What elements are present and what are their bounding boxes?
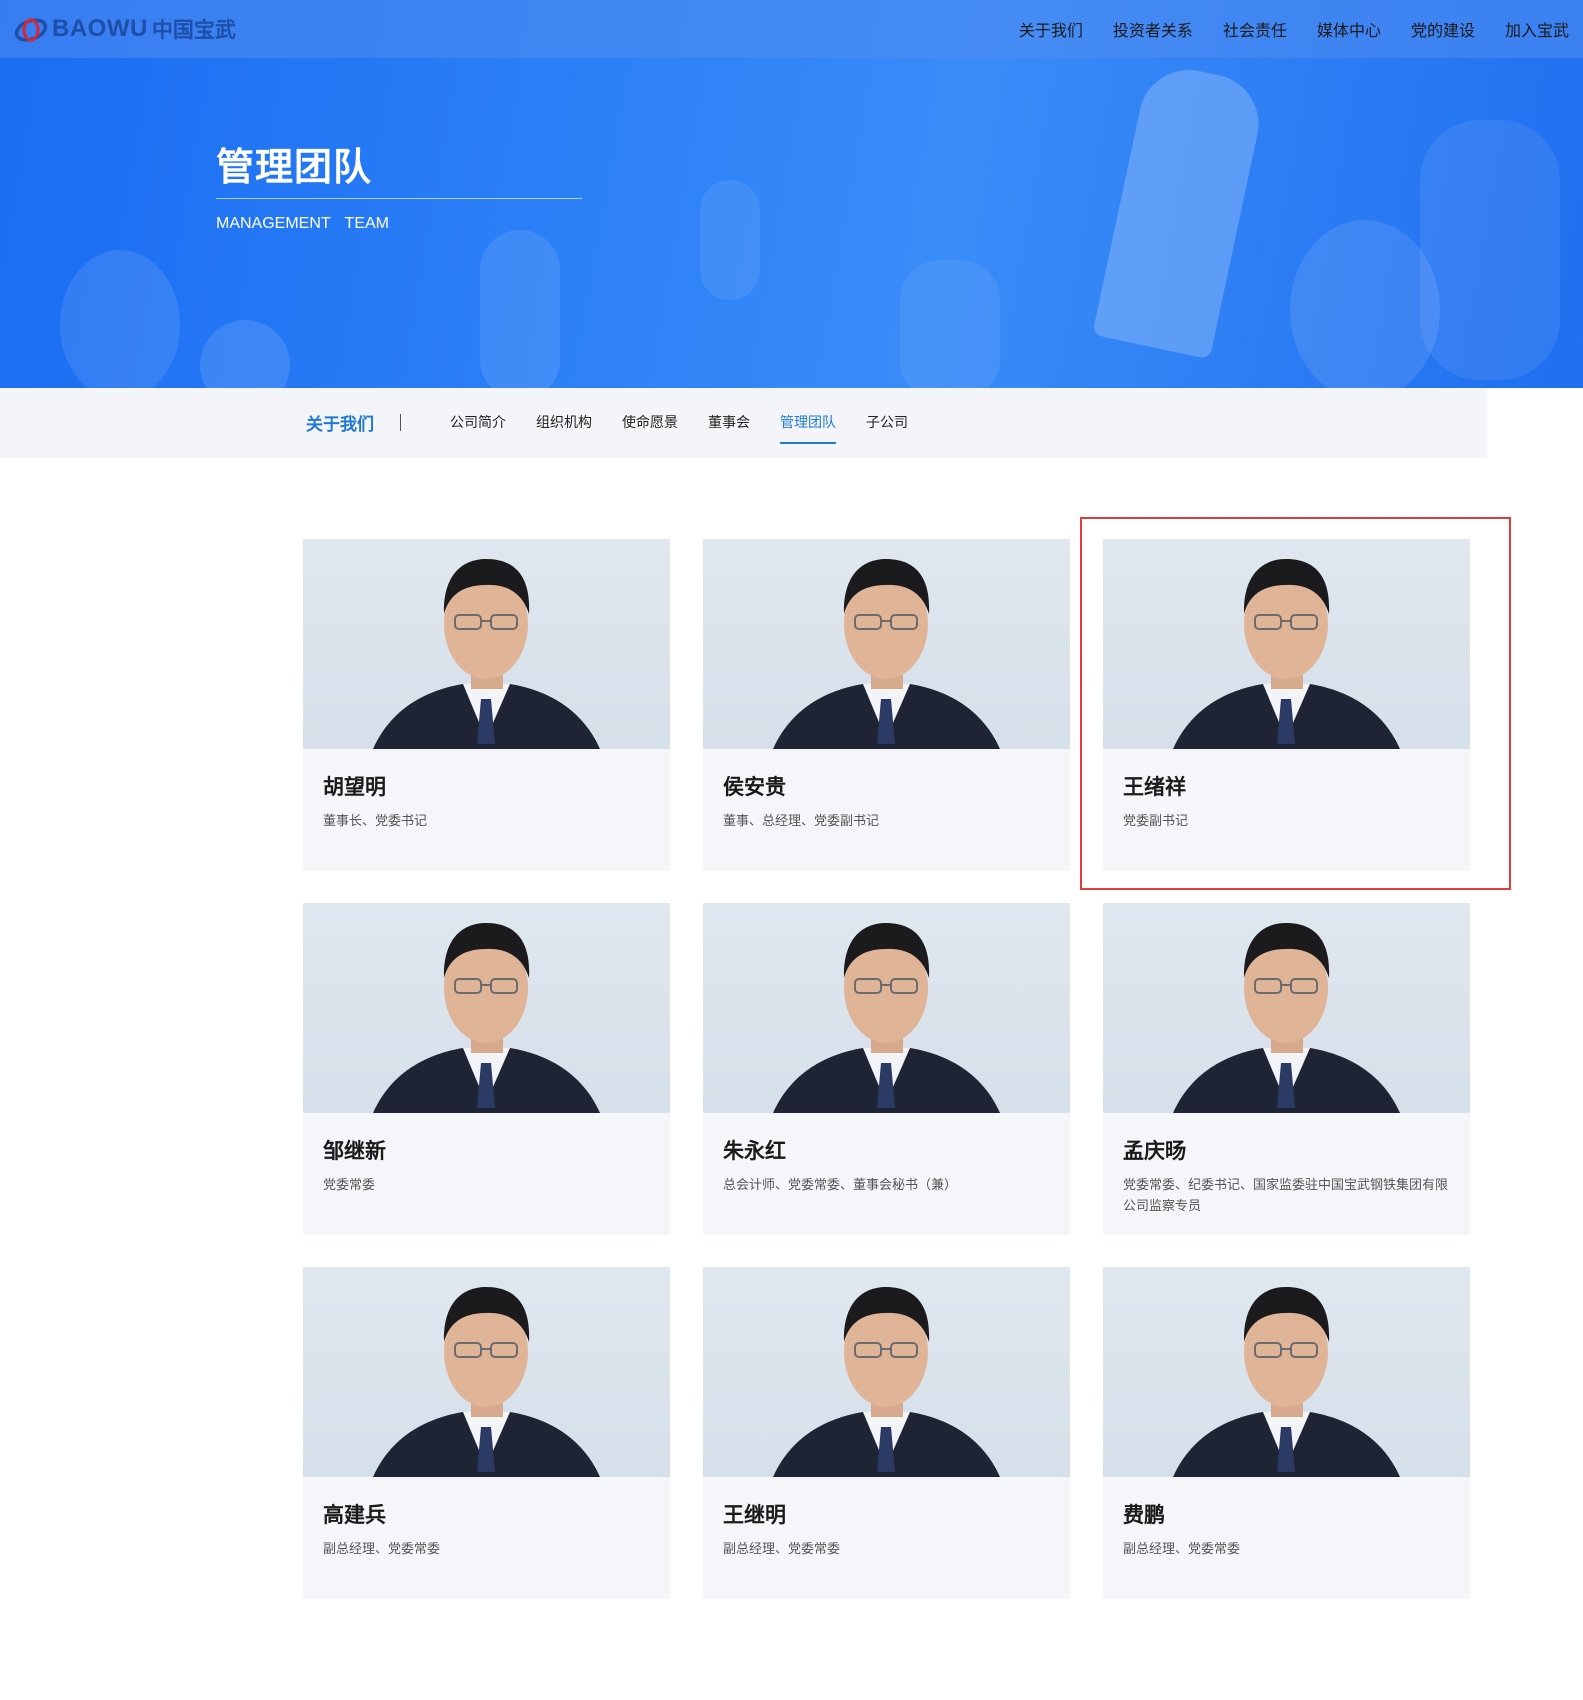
member-card[interactable]: 朱永红 总会计师、党委常委、董事会秘书（兼） (703, 903, 1070, 1235)
member-name: 侯安贵 (723, 775, 786, 799)
portrait-silhouette (773, 1287, 1000, 1477)
hero-decoration (480, 230, 560, 388)
hero-decoration (1290, 220, 1440, 388)
member-photo (703, 903, 1070, 1113)
nav-party-building[interactable]: 党的建设 (1411, 17, 1475, 41)
portrait-silhouette (373, 923, 600, 1113)
nav-media-center[interactable]: 媒体中心 (1317, 17, 1381, 41)
hero-decoration (1420, 120, 1560, 380)
section-subnav: 关于我们 公司简介 组织机构 使命愿景 董事会 管理团队 子公司 (0, 388, 1487, 458)
member-card[interactable]: 高建兵 副总经理、党委常委 (303, 1267, 670, 1599)
member-name: 邹继新 (323, 1139, 386, 1163)
member-card[interactable]: 费鹏 副总经理、党委常委 (1103, 1267, 1470, 1599)
nav-about[interactable]: 关于我们 (1019, 17, 1083, 41)
highlight-box (1080, 517, 1511, 890)
member-photo (703, 539, 1070, 749)
member-photo (1103, 903, 1470, 1113)
portrait-silhouette (1173, 923, 1400, 1113)
member-photo (303, 1267, 670, 1477)
member-name: 费鹏 (1123, 1503, 1165, 1527)
nav-social-responsibility[interactable]: 社会责任 (1223, 17, 1287, 41)
member-photo (303, 539, 670, 749)
hero-decoration (700, 180, 760, 300)
subnav-item-management-team[interactable]: 管理团队 (780, 412, 836, 444)
page-subtitle: MANAGEMENT TEAM (216, 215, 389, 232)
member-name: 胡望明 (323, 775, 386, 799)
logo-text-en: BAOWU (52, 15, 148, 42)
member-title: 副总经理、党委常委 (1123, 1542, 1241, 1557)
member-card[interactable]: 王继明 副总经理、党委常委 (703, 1267, 1070, 1599)
subnav-divider (400, 414, 401, 431)
member-card[interactable]: 邹继新 党委常委 (303, 903, 670, 1235)
hero-decoration (1092, 60, 1268, 360)
title-divider (216, 198, 582, 199)
member-card[interactable]: 侯安贵 董事、总经理、党委副书记 (703, 539, 1070, 871)
brand-logo[interactable]: BAOWU 中国宝武 (14, 14, 236, 44)
portrait-silhouette (1173, 1287, 1400, 1477)
portrait-silhouette (373, 1287, 600, 1477)
member-name: 王继明 (723, 1503, 786, 1527)
member-photo (703, 1267, 1070, 1477)
member-name: 朱永红 (723, 1139, 786, 1163)
main-menu: 关于我们 投资者关系 社会责任 媒体中心 党的建设 加入宝武 (1019, 17, 1569, 41)
subnav-section-title[interactable]: 关于我们 (306, 410, 374, 435)
hero-decoration (60, 250, 180, 388)
hero-banner (0, 0, 1583, 388)
member-card[interactable]: 胡望明 董事长、党委书记 (303, 539, 670, 871)
subnav-item-company-profile[interactable]: 公司简介 (450, 412, 506, 444)
member-card[interactable]: 孟庆旸 党委常委、纪委书记、国家监委驻中国宝武钢铁集团有限公司监察专员 (1103, 903, 1470, 1235)
member-title: 董事长、党委书记 (323, 814, 428, 829)
portrait-silhouette (373, 559, 600, 749)
subnav-item-board[interactable]: 董事会 (708, 412, 750, 444)
subnav-items: 公司简介 组织机构 使命愿景 董事会 管理团队 子公司 (450, 412, 908, 444)
member-title: 总会计师、党委常委、董事会秘书（兼） (723, 1178, 958, 1193)
hero-decoration (200, 320, 290, 388)
member-title: 党委常委、纪委书记、国家监委驻中国宝武钢铁集团有限公司监察专员 (1123, 1178, 1449, 1214)
member-photo (1103, 1267, 1470, 1477)
member-title: 副总经理、党委常委 (723, 1542, 841, 1557)
baowu-logo-icon (14, 18, 48, 42)
page-title: 管理团队 (216, 145, 373, 189)
subnav-item-organization[interactable]: 组织机构 (536, 412, 592, 444)
logo-text-cn: 中国宝武 (151, 18, 236, 42)
top-navigation: BAOWU 中国宝武 关于我们 投资者关系 社会责任 媒体中心 党的建设 加入宝… (0, 0, 1583, 58)
member-title: 董事、总经理、党委副书记 (723, 814, 880, 829)
member-title: 副总经理、党委常委 (323, 1542, 441, 1557)
member-photo (303, 903, 670, 1113)
portrait-silhouette (773, 923, 1000, 1113)
member-name: 高建兵 (323, 1503, 386, 1527)
hero-decoration (900, 260, 1000, 388)
nav-join-us[interactable]: 加入宝武 (1505, 17, 1569, 41)
member-name: 孟庆旸 (1123, 1139, 1186, 1163)
subnav-item-mission-vision[interactable]: 使命愿景 (622, 412, 678, 444)
portrait-silhouette (773, 559, 1000, 749)
subnav-item-subsidiaries[interactable]: 子公司 (866, 412, 908, 444)
nav-investor-relations[interactable]: 投资者关系 (1113, 17, 1193, 41)
member-title: 党委常委 (323, 1178, 376, 1193)
